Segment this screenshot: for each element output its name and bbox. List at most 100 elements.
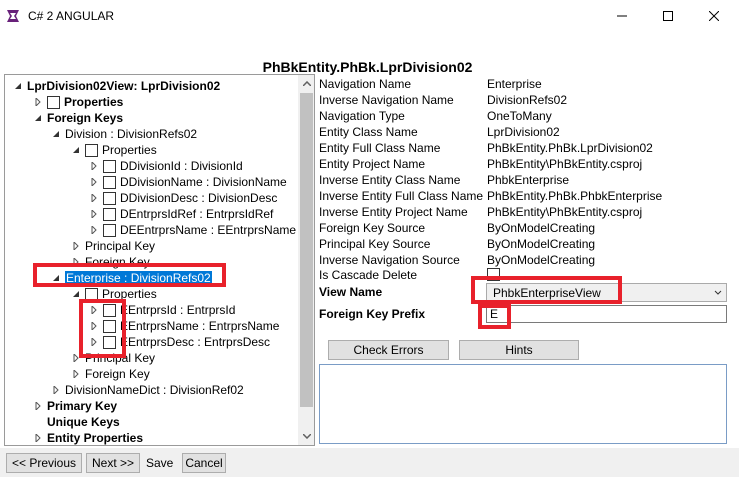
title-bar: C# 2 ANGULAR [0,0,739,32]
tree-item-label: DEEntrprsName : EEntrprsName [120,223,297,237]
collapsed-triangle-icon[interactable] [33,401,43,411]
collapsed-triangle-icon[interactable] [71,369,81,379]
prop-label: Navigation Name [319,77,412,91]
tree-item-entity-properties[interactable]: Entity Properties [33,430,144,445]
tree-item-principal-key[interactable]: Principal Key [71,238,155,254]
tree-checkbox[interactable] [103,175,116,189]
tree-item-divisionnamedict[interactable]: DivisionNameDict : DivisionRef02 [51,382,244,398]
tree-checkbox[interactable] [103,207,116,221]
expanded-triangle-icon[interactable] [51,129,61,139]
fk-prefix-input[interactable]: E [486,305,727,323]
tree-item-division-properties[interactable]: Properties [71,142,157,158]
tree-item-label: Foreign Key [85,367,150,381]
tree-item-label: Principal Key [85,239,156,253]
save-button[interactable]: Save [146,456,173,470]
collapsed-triangle-icon[interactable] [33,433,43,443]
view-name-label: View Name [319,285,383,299]
tree-item-label: Division : DivisionRefs02 [65,127,198,141]
prop-value: Enterprise [487,77,542,91]
tree-scrollbar[interactable] [298,75,314,445]
tree-item-foreign-keys[interactable]: Foreign Keys [33,110,123,126]
tree-item-property[interactable]: DEntrprsIdRef : EntrprsIdRef [89,206,273,222]
prop-label: Inverse Entity Full Class Name [319,189,484,203]
tree-item-label: EEntrprsDesc : EntrprsDesc [120,335,271,349]
app-icon [6,9,20,23]
tree-item-foreign-key[interactable]: Foreign Key [71,366,150,382]
tree-item-division[interactable]: Division : DivisionRefs02 [51,126,197,142]
maximize-icon [663,11,673,21]
maximize-button[interactable] [645,0,691,32]
tree-item-label: Properties [102,143,157,157]
annotation-highlight-properties [79,299,126,358]
footer-bar: << Previous Next >> Save Cancel [0,448,739,477]
tree-view[interactable]: LprDivision02View: LprDivision02 Propert… [4,74,315,446]
prop-value: PhBkEntity\PhBkEntity.csproj [487,205,643,219]
check-errors-button[interactable]: Check Errors [328,340,449,360]
prop-label: Foreign Key Source [319,221,426,235]
tree-item-property[interactable]: DDivisionDesc : DivisionDesc [89,190,277,206]
tree-item-label: Properties [64,95,124,109]
prop-value: LprDivision02 [487,125,560,139]
tree-item-root[interactable]: LprDivision02View: LprDivision02 [13,78,220,94]
cascade-delete-label: Is Cascade Delete [319,268,418,282]
expanded-triangle-icon[interactable] [71,145,81,155]
prop-value: DivisionRefs02 [487,93,568,107]
previous-button[interactable]: << Previous [6,453,82,473]
minimize-icon [617,15,627,17]
tree-item-label: LprDivision02View: LprDivision02 [27,79,221,93]
collapsed-triangle-icon[interactable] [51,385,61,395]
tree-item-label: DDivisionId : DivisionId [120,159,243,173]
tree-checkbox[interactable] [103,223,116,237]
tree-item-property[interactable]: DEEntrprsName : EEntrprsName [89,222,296,238]
tree-item-property[interactable]: DDivisionName : DivisionName [89,174,287,190]
hints-button[interactable]: Hints [459,340,579,360]
tree-item-label: Entity Properties [47,431,144,445]
collapsed-triangle-icon[interactable] [71,241,81,251]
prop-label: Entity Class Name [319,125,418,139]
cancel-button[interactable]: Cancel [182,453,226,473]
prop-label: Inverse Entity Class Name [319,173,461,187]
chevron-down-icon [302,434,311,439]
collapsed-triangle-icon[interactable] [89,209,99,219]
tree-item-label: Foreign Keys [47,111,124,125]
tree-checkbox[interactable] [47,95,60,109]
tree-item-properties[interactable]: Properties [33,94,123,110]
collapsed-triangle-icon[interactable] [89,225,99,235]
scroll-thumb[interactable] [300,93,313,407]
next-button[interactable]: Next >> [86,453,140,473]
close-button[interactable] [691,0,737,32]
collapsed-triangle-icon[interactable] [89,161,99,171]
tree-checkbox[interactable] [103,191,116,205]
tree-item-property[interactable]: DDivisionId : DivisionId [89,158,243,174]
prop-label: Principal Key Source [319,237,431,251]
expanded-triangle-icon[interactable] [33,113,43,123]
expanded-triangle-icon[interactable] [13,81,23,91]
collapsed-triangle-icon[interactable] [33,97,43,107]
prop-value: PhBkEntity\PhBkEntity.csproj [487,157,643,171]
expanded-triangle-icon[interactable] [71,289,81,299]
tree-item-label: EEntrprsName : EntrprsName [120,319,280,333]
scroll-down-button[interactable] [298,428,314,445]
errors-output-box[interactable] [319,364,727,444]
prop-label: Inverse Entity Project Name [319,205,468,219]
page-title-text: PhBkEntity.PhBk.LprDivision02 [262,59,473,75]
tree-item-label: DivisionNameDict : DivisionRef02 [65,383,244,397]
tree-item-label: DDivisionDesc : DivisionDesc [120,191,278,205]
tree-item-label: DEntrprsIdRef : EntrprsIdRef [120,207,274,221]
prop-value: PhbkEnterprise [487,173,570,187]
prop-value: PhBkEntity.PhBk.PhbkEnterprise [487,189,663,203]
scroll-up-button[interactable] [298,75,314,92]
prop-label: Inverse Navigation Source [319,253,460,267]
tree-item-primary-key[interactable]: Primary Key [33,398,117,414]
annotation-highlight-view-name [471,276,622,304]
minimize-button[interactable] [599,0,645,32]
tree-checkbox[interactable] [103,159,116,173]
tree-item-unique-keys[interactable]: Unique Keys [47,414,120,430]
prop-value: PhBkEntity.PhBk.LprDivision02 [487,141,653,155]
prop-value: ByOnModelCreating [487,221,596,235]
collapsed-triangle-icon[interactable] [89,193,99,203]
chevron-up-icon [302,81,311,86]
tree-checkbox[interactable] [85,143,98,157]
page-title: PhBkEntity.PhBk.LprDivision02 [0,59,739,75]
collapsed-triangle-icon[interactable] [89,177,99,187]
